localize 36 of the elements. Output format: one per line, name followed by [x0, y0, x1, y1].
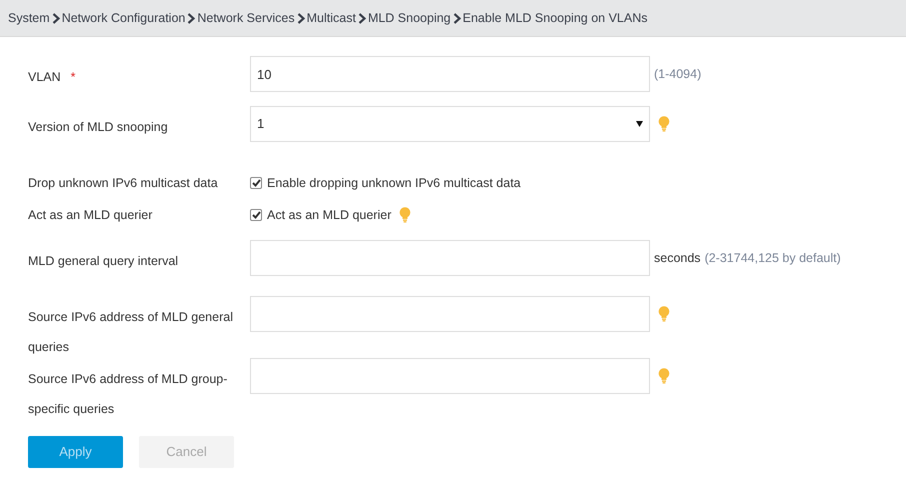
checkbox[interactable]: [250, 209, 262, 221]
range-hint: (1-4094): [654, 66, 702, 83]
lightbulb-icon[interactable]: [658, 368, 670, 384]
field-label: MLD general query interval: [28, 254, 178, 268]
chevron-icon: [52, 12, 60, 24]
breadcrumb-item[interactable]: Network Services: [197, 8, 295, 28]
field-label: Drop unknown IPv6 multicast data: [28, 176, 218, 190]
required-mark: *: [70, 70, 76, 84]
field-label: Source IPv6 address of MLD group-specific queries: [28, 372, 228, 416]
field-label: Version of MLD snooping: [28, 120, 168, 134]
checkbox[interactable]: [250, 177, 262, 189]
text-field[interactable]: [250, 358, 650, 394]
unit-label: seconds: [654, 250, 701, 267]
breadcrumb-item[interactable]: MLD Snooping: [368, 8, 451, 28]
text-field[interactable]: [250, 240, 650, 276]
field-label: Act as an MLD querier: [28, 208, 152, 222]
chevron-icon: [358, 12, 366, 24]
checkbox-label[interactable]: Enable dropping unknown IPv6 multicast data: [267, 174, 521, 192]
chevron-icon: [187, 12, 196, 24]
range-hint: (2-31744,125 by default): [704, 250, 841, 267]
field-label: VLAN: [28, 70, 61, 84]
checkbox-label[interactable]: Act as an MLD querier: [267, 206, 392, 224]
breadcrumb-item[interactable]: Network Configuration: [62, 8, 186, 28]
dropdown-arrow-icon: [636, 121, 643, 127]
select-field[interactable]: 1: [250, 106, 650, 142]
breadcrumb-item[interactable]: System: [8, 8, 50, 28]
lightbulb-icon[interactable]: [658, 306, 670, 322]
text-field[interactable]: [250, 296, 650, 332]
text-field[interactable]: 10: [250, 56, 650, 92]
breadcrumb-item: Enable MLD Snooping on VLANs: [462, 10, 648, 27]
lightbulb-icon[interactable]: [399, 207, 412, 223]
chevron-icon: [296, 12, 305, 24]
breadcrumb-item[interactable]: Multicast: [306, 8, 356, 28]
chevron-icon: [452, 12, 461, 24]
lightbulb-icon[interactable]: [658, 116, 670, 132]
field-label: Source IPv6 address of MLD general queries: [28, 310, 233, 354]
